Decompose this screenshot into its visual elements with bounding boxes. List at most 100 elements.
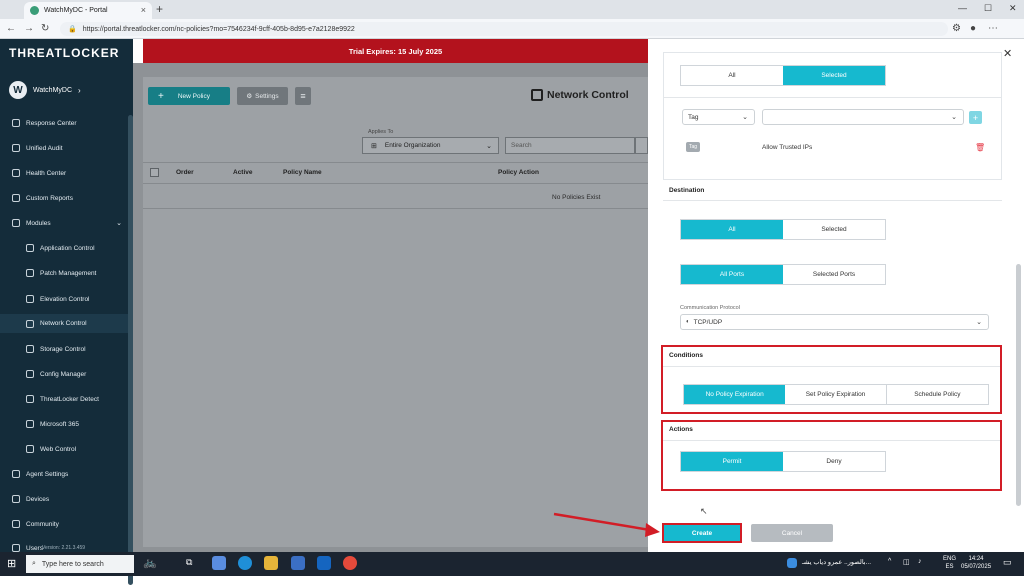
- destination-all-option[interactable]: All: [681, 220, 783, 239]
- response-center-icon: [12, 119, 20, 127]
- sidebar-item-config-manager[interactable]: Config Manager: [26, 370, 86, 378]
- sidebar-item-microsoft-365[interactable]: Microsoft 365: [26, 420, 79, 428]
- windows-start-icon[interactable]: ⊞: [7, 557, 16, 570]
- sidebar-item-health-center[interactable]: Health Center: [12, 169, 66, 177]
- application-control-icon: [26, 244, 34, 252]
- deny-option[interactable]: Deny: [783, 452, 885, 471]
- sidebar-item-patch-management[interactable]: Patch Management: [26, 269, 96, 277]
- column-policy-name[interactable]: Policy Name: [283, 169, 322, 176]
- outlook-icon[interactable]: [317, 556, 331, 570]
- notifications-icon[interactable]: ▭: [1003, 557, 1012, 568]
- permit-option[interactable]: Permit: [681, 452, 783, 471]
- clock[interactable]: 14:24 05/07/2025: [961, 555, 991, 571]
- row-divider: [143, 208, 648, 209]
- set-policy-expiration-option[interactable]: Set Policy Expiration: [785, 385, 887, 404]
- forward-icon[interactable]: →: [24, 23, 34, 34]
- copilot-icon[interactable]: [212, 556, 226, 570]
- chrome-icon[interactable]: [343, 556, 357, 570]
- destination-selected-option[interactable]: Selected: [783, 220, 885, 239]
- applies-to-select[interactable]: ⊞ Entire Organization ⌄: [362, 137, 499, 154]
- settings-button[interactable]: ⚙ Settings: [237, 87, 288, 105]
- sidebar-item-users[interactable]: Users: [12, 544, 43, 552]
- search-input[interactable]: Search: [505, 137, 635, 154]
- column-order[interactable]: Order: [176, 169, 194, 176]
- sidebar-item-elevation-control[interactable]: Elevation Control: [26, 295, 90, 303]
- cancel-button[interactable]: Cancel: [751, 524, 833, 542]
- close-window-icon[interactable]: ✕: [1009, 3, 1017, 14]
- sidebar-item-unified-audit[interactable]: Unified Audit: [12, 144, 63, 152]
- new-tab-icon[interactable]: +: [156, 2, 163, 16]
- divider: [663, 97, 1002, 98]
- create-button[interactable]: Create: [662, 523, 742, 543]
- file-explorer-icon[interactable]: [264, 556, 278, 570]
- taskbar-search[interactable]: ⌕ Type here to search: [26, 555, 134, 573]
- source-toggle: All Selected: [680, 65, 886, 86]
- maximize-icon[interactable]: ☐: [984, 3, 992, 14]
- taskbar-search-placeholder: Type here to search: [41, 560, 104, 568]
- language-indicator[interactable]: ENG ES: [943, 555, 956, 571]
- source-selected-option[interactable]: Selected: [783, 66, 885, 85]
- sidebar-item-response-center[interactable]: Response Center: [12, 119, 77, 127]
- health-icon: [12, 169, 20, 177]
- add-tag-button[interactable]: +: [969, 111, 982, 124]
- close-tab-icon[interactable]: ×: [141, 5, 146, 15]
- sidebar-item-threatlocker-detect[interactable]: ThreatLocker Detect: [26, 395, 99, 403]
- close-icon[interactable]: ✕: [1003, 47, 1012, 60]
- site-favicon-icon: [30, 6, 39, 15]
- selected-ports-option[interactable]: Selected Ports: [783, 265, 885, 284]
- sidebar-item-community[interactable]: Community: [12, 520, 59, 528]
- news-ticker[interactable]: بالصور.. عمرو دياب يشـ...: [802, 558, 871, 566]
- menu-button[interactable]: ≡: [295, 87, 311, 105]
- address-bar[interactable]: 🔒 https://portal.threatlocker.com/nc-pol…: [60, 22, 948, 36]
- schedule-policy-option[interactable]: Schedule Policy: [887, 385, 988, 404]
- more-icon[interactable]: ⋯: [988, 23, 998, 34]
- column-policy-action[interactable]: Policy Action: [498, 169, 539, 176]
- web-control-icon: [26, 445, 34, 453]
- protocol-select[interactable]: ◐ TCP/UDP ⌄: [680, 314, 989, 330]
- edge-icon[interactable]: [238, 556, 252, 570]
- sidebar-item-application-control[interactable]: Application Control: [26, 244, 95, 252]
- reload-icon[interactable]: ↻: [41, 23, 49, 34]
- select-all-checkbox[interactable]: [150, 168, 159, 177]
- sidebar-item-web-control[interactable]: Web Control: [26, 445, 76, 453]
- tag-value-select[interactable]: ⌄: [762, 109, 964, 125]
- sidebar-item-devices[interactable]: Devices: [12, 495, 49, 503]
- profile-icon[interactable]: ●: [970, 23, 976, 34]
- sidebar-item-label: Response Center: [26, 119, 77, 127]
- sidebar-item-label: ThreatLocker Detect: [40, 395, 99, 403]
- drawer-scrollbar[interactable]: [1016, 264, 1021, 506]
- search-icon: ⌕: [32, 560, 36, 567]
- all-ports-option[interactable]: All Ports: [681, 265, 783, 284]
- sidebar-item-network-control[interactable]: Network Control: [0, 314, 128, 333]
- sidebar-item-agent-settings[interactable]: Agent Settings: [12, 470, 68, 478]
- sidebar-item-label: Devices: [26, 495, 50, 503]
- sidebar-item-label: Users: [26, 544, 43, 552]
- network-icon[interactable]: ◫: [903, 558, 910, 566]
- mouse-cursor-icon: ↖: [700, 506, 708, 516]
- minimize-icon[interactable]: —: [958, 3, 967, 13]
- volume-icon[interactable]: ♪: [918, 558, 922, 565]
- delete-icon[interactable]: 🗑: [975, 143, 985, 152]
- org-switcher[interactable]: W WatchMyDC ›: [9, 81, 81, 99]
- bicycle-icon: 🚲: [143, 557, 157, 569]
- back-icon[interactable]: ←: [6, 23, 16, 34]
- source-all-option[interactable]: All: [681, 66, 783, 85]
- tag-type-value: Tag: [688, 113, 699, 121]
- tray-chevron-icon[interactable]: ^: [888, 558, 891, 565]
- new-policy-button[interactable]: + New Policy: [148, 87, 230, 105]
- sidebar-item-label: Modules: [26, 219, 51, 227]
- sidebar-item-storage-control[interactable]: Storage Control: [26, 345, 86, 353]
- no-policy-expiration-option[interactable]: No Policy Expiration: [684, 385, 786, 404]
- store-icon[interactable]: [291, 556, 305, 570]
- column-active[interactable]: Active: [233, 169, 253, 176]
- search-button[interactable]: [635, 137, 648, 154]
- protocol-icon: ◐: [686, 319, 690, 325]
- browser-tab[interactable]: WatchMyDC - Portal ×: [24, 2, 152, 19]
- sidebar-item-modules[interactable]: Modules ⌄: [12, 219, 122, 227]
- sidebar-item-custom-reports[interactable]: Custom Reports: [12, 194, 73, 202]
- applies-to-value: Entire Organization: [384, 142, 441, 149]
- extensions-icon[interactable]: ⚙: [952, 23, 961, 34]
- protocol-value: TCP/UDP: [693, 318, 723, 326]
- tag-type-select[interactable]: Tag ⌄: [682, 109, 755, 125]
- task-view-icon[interactable]: ⧉: [186, 557, 192, 568]
